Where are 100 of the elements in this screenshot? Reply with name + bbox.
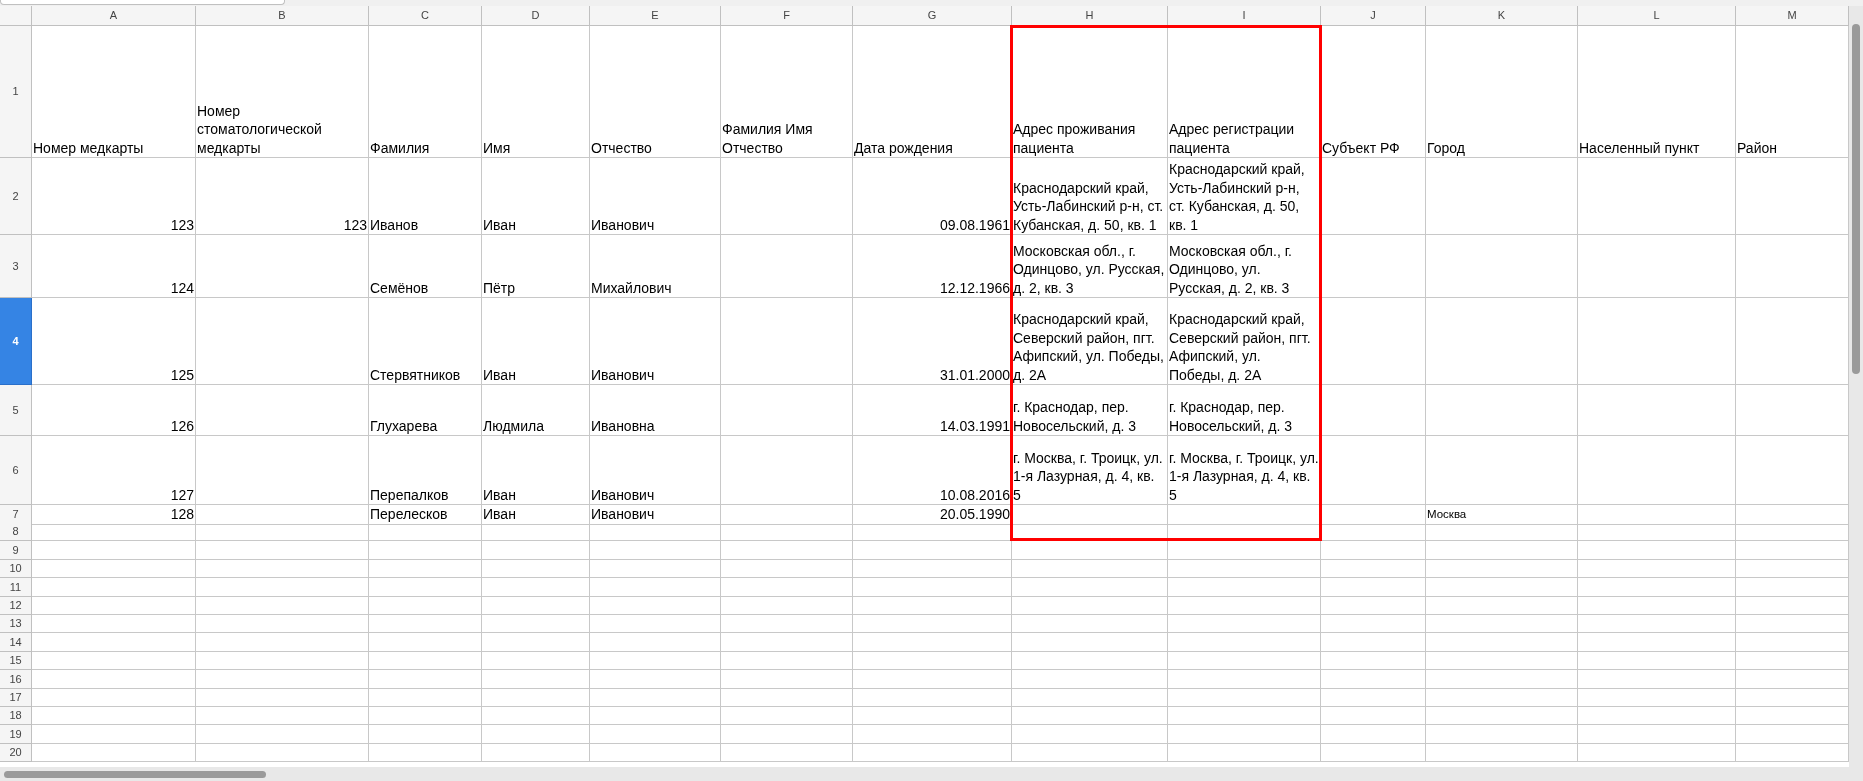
column-header[interactable]: E bbox=[590, 6, 721, 26]
empty-cell[interactable] bbox=[1578, 633, 1736, 652]
empty-cell[interactable] bbox=[853, 725, 1012, 744]
scrollbar-thumb[interactable] bbox=[1852, 24, 1860, 374]
empty-cell[interactable] bbox=[1012, 725, 1168, 744]
empty-cell[interactable] bbox=[196, 541, 369, 560]
empty-cell[interactable] bbox=[1012, 633, 1168, 652]
empty-cell[interactable] bbox=[853, 688, 1012, 707]
empty-cell[interactable] bbox=[1168, 688, 1321, 707]
empty-cell[interactable] bbox=[853, 706, 1012, 726]
empty-cell[interactable] bbox=[721, 559, 853, 579]
empty-cell[interactable] bbox=[590, 596, 721, 615]
empty-cell[interactable] bbox=[1426, 578, 1578, 597]
empty-cell[interactable] bbox=[1321, 385, 1426, 436]
empty-cell[interactable] bbox=[1426, 436, 1578, 505]
row-header[interactable]: 1 bbox=[0, 26, 32, 158]
row-header[interactable]: 3 bbox=[0, 235, 32, 298]
empty-cell[interactable] bbox=[721, 523, 853, 542]
empty-cell[interactable] bbox=[369, 578, 482, 597]
column-header[interactable]: A bbox=[32, 6, 196, 26]
empty-cell[interactable] bbox=[1168, 596, 1321, 615]
empty-cell[interactable] bbox=[1578, 725, 1736, 744]
row-header[interactable]: 7 bbox=[0, 505, 32, 525]
empty-cell[interactable] bbox=[482, 670, 590, 689]
column-header[interactable]: G bbox=[853, 6, 1012, 26]
empty-cell[interactable] bbox=[196, 725, 369, 744]
empty-cell[interactable] bbox=[482, 688, 590, 707]
empty-cell[interactable] bbox=[1426, 596, 1578, 615]
empty-cell[interactable] bbox=[721, 436, 853, 505]
empty-cell[interactable] bbox=[369, 596, 482, 615]
empty-cell[interactable] bbox=[482, 559, 590, 579]
empty-cell[interactable] bbox=[590, 688, 721, 707]
empty-cell[interactable] bbox=[196, 298, 369, 385]
column-header[interactable]: F bbox=[721, 6, 853, 26]
empty-cell[interactable] bbox=[853, 633, 1012, 652]
empty-cell[interactable] bbox=[590, 725, 721, 744]
empty-cell[interactable] bbox=[1578, 578, 1736, 597]
empty-cell[interactable] bbox=[1426, 559, 1578, 579]
column-header[interactable]: D bbox=[482, 6, 590, 26]
empty-cell[interactable] bbox=[1426, 158, 1578, 235]
empty-cell[interactable] bbox=[721, 158, 853, 235]
empty-cell[interactable] bbox=[721, 505, 853, 525]
empty-cell[interactable] bbox=[1578, 559, 1736, 579]
empty-cell[interactable] bbox=[721, 614, 853, 634]
scrollbar-thumb[interactable] bbox=[4, 770, 266, 778]
empty-cell[interactable] bbox=[196, 633, 369, 652]
empty-cell[interactable] bbox=[590, 743, 721, 763]
empty-cell[interactable] bbox=[590, 651, 721, 671]
empty-cell[interactable] bbox=[1321, 670, 1426, 689]
empty-cell[interactable] bbox=[1321, 505, 1426, 525]
empty-cell[interactable] bbox=[1321, 578, 1426, 597]
column-header[interactable]: L bbox=[1578, 6, 1736, 26]
empty-cell[interactable] bbox=[1012, 670, 1168, 689]
empty-cell[interactable] bbox=[590, 578, 721, 597]
empty-cell[interactable] bbox=[196, 670, 369, 689]
empty-cell[interactable] bbox=[482, 596, 590, 615]
vertical-scrollbar[interactable] bbox=[1849, 6, 1863, 767]
empty-cell[interactable] bbox=[369, 633, 482, 652]
empty-cell[interactable] bbox=[1578, 541, 1736, 560]
empty-cell[interactable] bbox=[1578, 436, 1736, 505]
empty-cell[interactable] bbox=[590, 670, 721, 689]
column-header[interactable]: K bbox=[1426, 6, 1578, 26]
empty-cell[interactable] bbox=[1321, 298, 1426, 385]
column-header[interactable]: J bbox=[1321, 6, 1426, 26]
empty-cell[interactable] bbox=[196, 578, 369, 597]
empty-cell[interactable] bbox=[482, 651, 590, 671]
empty-cell[interactable] bbox=[1321, 706, 1426, 726]
empty-cell[interactable] bbox=[1012, 614, 1168, 634]
horizontal-scrollbar[interactable] bbox=[0, 767, 1863, 781]
empty-cell[interactable] bbox=[1321, 523, 1426, 542]
empty-cell[interactable] bbox=[721, 541, 853, 560]
empty-cell[interactable] bbox=[1578, 523, 1736, 542]
empty-cell[interactable] bbox=[1578, 651, 1736, 671]
empty-cell[interactable] bbox=[1578, 706, 1736, 726]
empty-cell[interactable] bbox=[196, 596, 369, 615]
empty-cell[interactable] bbox=[590, 633, 721, 652]
empty-cell[interactable] bbox=[721, 235, 853, 298]
empty-cell[interactable] bbox=[1426, 523, 1578, 542]
empty-cell[interactable] bbox=[590, 706, 721, 726]
empty-cell[interactable] bbox=[369, 541, 482, 560]
name-box[interactable] bbox=[0, 0, 285, 5]
empty-cell[interactable] bbox=[1012, 505, 1168, 525]
empty-cell[interactable] bbox=[196, 688, 369, 707]
empty-cell[interactable] bbox=[721, 670, 853, 689]
empty-cell[interactable] bbox=[1578, 298, 1736, 385]
empty-cell[interactable] bbox=[482, 743, 590, 763]
empty-cell[interactable] bbox=[196, 559, 369, 579]
empty-cell[interactable] bbox=[1321, 725, 1426, 744]
empty-cell[interactable] bbox=[1012, 578, 1168, 597]
row-header[interactable]: 19 bbox=[0, 725, 32, 744]
empty-cell[interactable] bbox=[1168, 725, 1321, 744]
empty-cell[interactable] bbox=[1321, 235, 1426, 298]
empty-cell[interactable] bbox=[1321, 614, 1426, 634]
empty-cell[interactable] bbox=[1168, 541, 1321, 560]
empty-cell[interactable] bbox=[721, 743, 853, 763]
empty-cell[interactable] bbox=[196, 743, 369, 763]
empty-cell[interactable] bbox=[721, 385, 853, 436]
empty-cell[interactable] bbox=[721, 725, 853, 744]
empty-cell[interactable] bbox=[590, 559, 721, 579]
empty-cell[interactable] bbox=[1426, 541, 1578, 560]
